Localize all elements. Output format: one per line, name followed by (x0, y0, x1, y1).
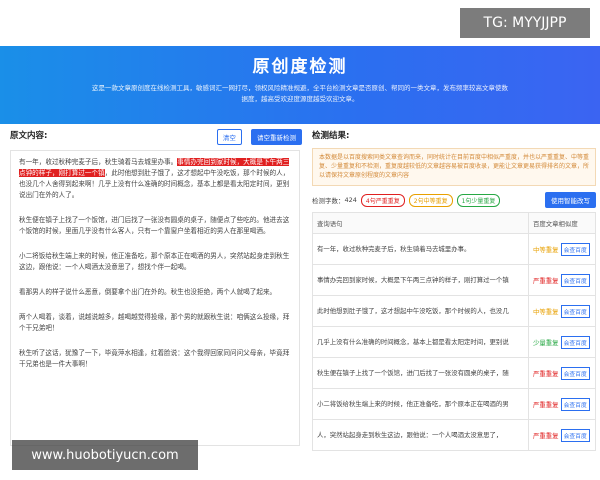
original-paragraph: 小二将饭给秋生端上来的时候，他正准备吃，那个原本正在喝酒的男人，突然站起身走到秋… (19, 251, 291, 273)
severe-repeat-badge: 4句严重重复 (360, 193, 405, 207)
table-header-row: 查询语句 百度文章相似度 (312, 212, 596, 234)
original-text-header: 原文内容: 清空 请空重新检测 (6, 125, 306, 145)
search-baidu-button[interactable]: 会查百度 (560, 273, 590, 287)
word-count-value: 424 (344, 196, 357, 204)
similarity-level: 严重重复 (533, 276, 559, 285)
watermark-top: TG: MYYJJPP (460, 8, 590, 38)
query-sentence: 几乎上没有什么准确的时间概念，基本上都是看太阳定时间，更别说 (312, 326, 529, 358)
paragraph-text: 看那男人的样子说什么恶意，倒要拿个出门在外的。秋生也没拒绝，两个人就喝了起来。 (19, 288, 277, 296)
table-row: 秋生便在镇子上找了一个饭馆，进门后找了一张没有圆桌的桌子，随 严重重复 会查百度 (312, 357, 596, 389)
table-row: 有一年，收过秋种完麦子后，秋生骑着马去城里办事。 中等重复 会查百度 (312, 233, 596, 265)
search-baidu-button[interactable]: 会查百度 (560, 335, 590, 349)
table-row: 几乎上没有什么准确的时间概念，基本上都是看太阳定时间，更别说 少量重复 会查百度 (312, 326, 596, 358)
query-sentence: 有一年，收过秋种完麦子后，秋生骑着马去城里办事。 (312, 233, 529, 265)
paragraph-text: 小二将饭给秋生端上来的时候，他正准备吃，那个原本正在喝酒的男人，突然站起身走到秋… (19, 252, 290, 271)
word-count-label: 检测字数： (312, 197, 345, 205)
page-banner: 原创度检测 这是一款文章原创度在线检测工具，敏感词汇一网打尽，领权风险精准规避，… (0, 46, 600, 124)
light-repeat-badge: 1句少量重复 (456, 193, 501, 207)
query-sentence: 小二将饭给秋生端上来的时候，他正准备吃，那个原本正在喝酒的男 (312, 388, 529, 420)
paragraph-text: 秋生便在镇子上找了一个饭馆，进门后找了一张没有圆桌的桌子，随便点了些吃的。他进去… (19, 216, 290, 235)
result-title: 检测结果: (312, 131, 350, 141)
original-paragraph: 有一年，收过秋种完麦子后，秋生骑着马去城里办事。事情办完回到家时候，大概是下午两… (19, 157, 291, 201)
column-header-sentence: 查询语句 (312, 212, 529, 234)
page-title: 原创度检测 (252, 57, 348, 77)
similarity-cell: 严重重复 会查百度 (528, 357, 596, 389)
original-text-actions: 清空 请空重新检测 (213, 125, 302, 145)
original-paragraph: 秋生便在镇子上找了一个饭馆，进门后找了一张没有圆桌的桌子，随便点了些吃的。他进去… (19, 215, 291, 237)
similarity-level: 中等重复 (533, 307, 559, 316)
paragraph-text: 有一年，收过秋种完麦子后，秋生骑着马去城里办事。 (19, 158, 178, 166)
similarity-cell: 中等重复 会查百度 (528, 295, 596, 327)
result-notice: 本数据是以百度搜索同类文章查询而来，同时统计在目前百度中相似严重度，并也以严重重… (312, 148, 596, 186)
medium-repeat-badge: 2句中等重复 (408, 193, 453, 207)
similarity-cell: 严重重复 会查百度 (528, 388, 596, 420)
original-paragraph: 秋生听了这话，犹豫了一下，毕竟萍水相逢，红着脸说：这个我得回家同问问父母亲，毕竟… (19, 348, 291, 370)
query-sentence: 事情办完回到家时候，大概是下午两三点钟的样子，刚打算过一个镇 (312, 264, 529, 296)
search-baidu-button[interactable]: 会查百度 (560, 397, 590, 411)
query-sentence: 秋生便在镇子上找了一个饭馆，进门后找了一张没有圆桌的桌子，随 (312, 357, 529, 389)
paragraph-text: 秋生听了这话，犹豫了一下，毕竟萍水相逢，红着脸说：这个我得回家同问问父母亲，毕竟… (19, 349, 290, 368)
page-description: 这是一款文章原创度在线检测工具，敏感词汇一网打尽，领权风险精准规避，全平台检测文… (92, 84, 508, 103)
clear-button[interactable]: 清空 (216, 129, 242, 145)
stats-row: 检测字数： 424 4句严重重复 2句中等重复 1句少量重复 使用智能改写 (308, 186, 600, 212)
table-row: 小二将饭给秋生端上来的时候，他正准备吃，那个原本正在喝酒的男 严重重复 会查百度 (312, 388, 596, 420)
similarity-level: 少量重复 (533, 338, 559, 347)
column-header-similarity: 百度文章相似度 (528, 212, 596, 234)
recheck-button[interactable]: 请空重新检测 (251, 129, 302, 145)
similarity-cell: 严重重复 会查百度 (528, 264, 596, 296)
original-paragraph: 看那男人的样子说什么恶意，倒要拿个出门在外的。秋生也没拒绝，两个人就喝了起来。 (19, 287, 291, 298)
original-text-title: 原文内容: (10, 131, 48, 141)
query-sentence: 此时他想到肚子饿了，这才想起中午没吃饭，那个时候的人，也没几 (312, 295, 529, 327)
original-text-area[interactable]: 有一年，收过秋种完麦子后，秋生骑着马去城里办事。事情办完回到家时候，大概是下午两… (10, 150, 300, 446)
smart-rewrite-button[interactable]: 使用智能改写 (545, 192, 596, 208)
watermark-bottom: www.huobotiyucn.com (12, 440, 198, 470)
similarity-cell: 中等重复 会查百度 (528, 233, 596, 265)
similarity-level: 中等重复 (533, 245, 559, 254)
similarity-cell: 严重重复 会查百度 (528, 419, 596, 451)
similarity-level: 严重重复 (533, 400, 559, 409)
result-table-body: 有一年，收过秋种完麦子后，秋生骑着马去城里办事。 中等重复 会查百度 事情办完回到家时… (312, 233, 596, 451)
similarity-level: 严重重复 (533, 369, 559, 378)
paragraph-text: 两个人喝着，谈着，说越说越多，越喝越觉得投缘，那个男的就跟秋生说：咱俩这么投缘，… (19, 313, 290, 332)
search-baidu-button[interactable]: 会查百度 (560, 366, 590, 380)
table-row: 事情办完回到家时候，大概是下午两三点钟的样子，刚打算过一个镇 严重重复 会查百度 (312, 264, 596, 296)
similarity-level: 严重重复 (533, 431, 559, 440)
original-paragraph: 两个人喝着，谈着，说越说越多，越喝越觉得投缘，那个男的就跟秋生说：咱俩这么投缘，… (19, 312, 291, 334)
result-table: 查询语句 百度文章相似度 有一年，收过秋种完麦子后，秋生骑着马去城里办事。 中等重… (312, 212, 596, 451)
table-row: 此时他想到肚子饿了，这才想起中午没吃饭，那个时候的人，也没几 中等重复 会查百度 (312, 295, 596, 327)
search-baidu-button[interactable]: 会查百度 (560, 242, 590, 256)
similarity-cell: 少量重复 会查百度 (528, 326, 596, 358)
table-row: 人，突然站起身走到秋生这边，跟他说：一个人喝酒太没意思了， 严重重复 会查百度 (312, 419, 596, 451)
result-panel: 检测结果: 本数据是以百度搜索同类文章查询而来，同时统计在目前百度中相似严重度，… (308, 126, 600, 451)
query-sentence: 人，突然站起身走到秋生这边，跟他说：一个人喝酒太没意思了， (312, 419, 529, 451)
search-baidu-button[interactable]: 会查百度 (560, 428, 590, 442)
original-text-panel: 原文内容: 清空 请空重新检测 有一年，收过秋种完麦子后，秋生骑着马去城里办事。… (6, 126, 306, 446)
result-header: 检测结果: (308, 126, 600, 144)
search-baidu-button[interactable]: 会查百度 (560, 304, 590, 318)
